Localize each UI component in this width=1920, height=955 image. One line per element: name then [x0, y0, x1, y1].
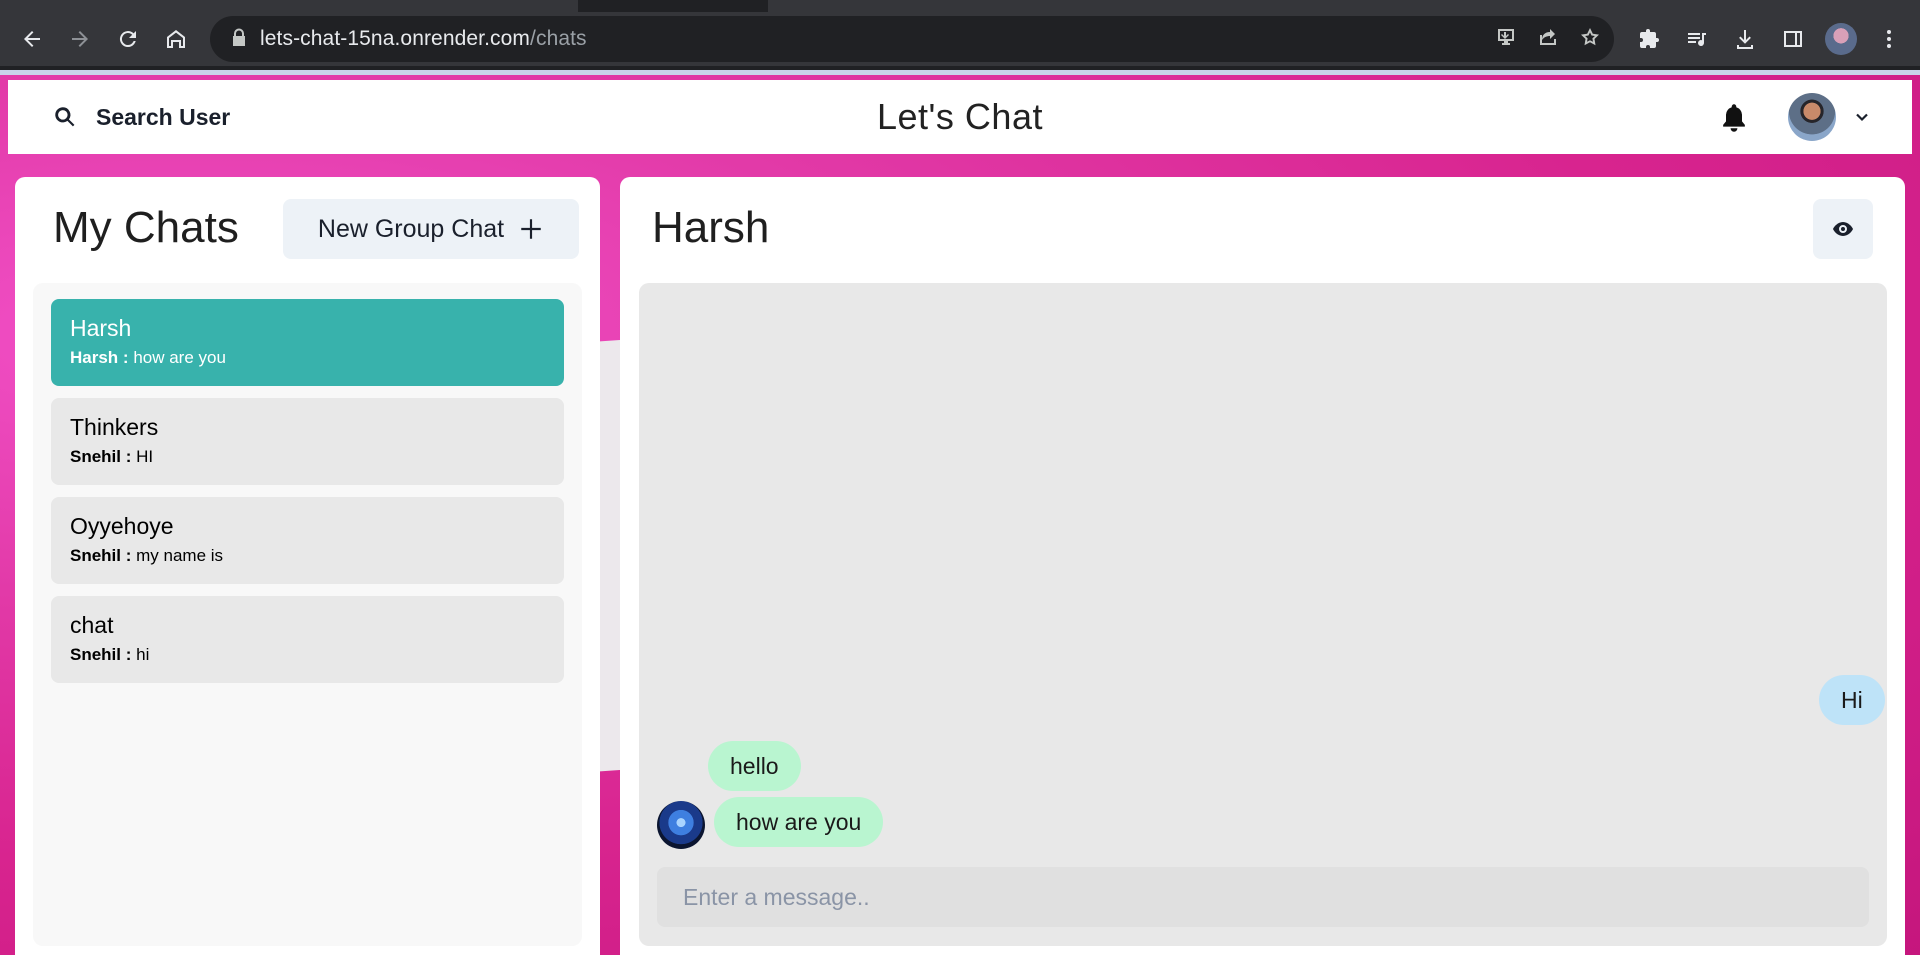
user-avatar — [1788, 93, 1836, 141]
message-bubble-incoming: hello — [708, 741, 801, 791]
address-bar[interactable]: lets-chat-15na.onrender.com/chats — [210, 16, 1614, 62]
view-profile-button[interactable] — [1813, 199, 1873, 259]
message-bubble-outgoing: Hi — [1819, 675, 1885, 725]
menu-icon — [1887, 30, 1891, 48]
forward-icon — [72, 31, 88, 47]
url-text: lets-chat-15na.onrender.com/chats — [260, 27, 587, 50]
home-icon — [167, 30, 185, 48]
conversation-panel: Harsh Hi hello how are you — [620, 177, 1905, 955]
my-chats-panel: My Chats New Group Chat Harsh Harsh : ho… — [15, 177, 600, 955]
chevron-down-icon — [1856, 113, 1868, 122]
new-group-chat-button[interactable]: New Group Chat — [283, 199, 579, 259]
chat-item-oyyehoye[interactable]: Oyyehoye Snehil : my name is — [51, 497, 564, 584]
profile-menu-button[interactable] — [1788, 92, 1870, 142]
chat-item-chat[interactable]: chat Snehil : hi — [51, 596, 564, 683]
share-icon[interactable] — [1536, 25, 1560, 54]
profile-button[interactable] — [1817, 15, 1865, 63]
message-bubble-incoming: how are you — [714, 797, 884, 847]
back-icon — [24, 31, 40, 47]
downloads-icon — [1737, 30, 1753, 49]
lock-icon[interactable] — [232, 28, 246, 51]
new-group-chat-label: New Group Chat — [317, 214, 505, 243]
chat-name: Oyyehoye — [70, 513, 174, 539]
sidepanel-button[interactable] — [1769, 15, 1817, 63]
my-chats-title: My Chats — [53, 203, 239, 252]
page-top-border — [0, 70, 1920, 75]
chat-item-harsh[interactable]: Harsh Harsh : how are you — [51, 299, 564, 386]
media-button[interactable] — [1673, 15, 1721, 63]
sender-avatar[interactable] — [657, 801, 705, 849]
chat-name: Harsh — [70, 315, 132, 341]
message-input[interactable] — [657, 867, 1869, 927]
extensions-button[interactable] — [1625, 15, 1673, 63]
browser-menu-button[interactable] — [1865, 15, 1913, 63]
conversation-title: Harsh — [652, 203, 770, 252]
browser-tabstrip — [0, 0, 1920, 12]
chat-item-thinkers[interactable]: Thinkers Snehil : HI — [51, 398, 564, 485]
chat-last-message: Snehil : my name is — [70, 546, 224, 565]
chat-name: chat — [70, 612, 114, 638]
back-button[interactable] — [8, 15, 56, 63]
eye-icon — [1833, 222, 1853, 236]
chat-last-message: Snehil : HI — [70, 447, 154, 466]
forward-button[interactable] — [56, 15, 104, 63]
browser-tab[interactable] — [768, 0, 1920, 12]
message-area[interactable]: Hi hello how are you — [639, 283, 1887, 946]
media-icon — [1688, 33, 1706, 47]
browser-tab[interactable] — [0, 0, 578, 12]
sidepanel-icon — [1784, 31, 1802, 47]
profile-icon — [1825, 23, 1857, 55]
chat-name: Thinkers — [70, 414, 159, 440]
app-brand: Let's Chat — [877, 96, 1043, 137]
downloads-button[interactable] — [1721, 15, 1769, 63]
install-icon[interactable] — [1494, 25, 1518, 54]
chat-last-message: Harsh : how are you — [70, 348, 226, 367]
browser-toolbar: lets-chat-15na.onrender.com/chats — [0, 12, 1920, 66]
notification-button[interactable] — [1720, 102, 1748, 139]
chat-last-message: Snehil : hi — [70, 645, 150, 664]
star-icon[interactable] — [1578, 25, 1602, 54]
plus-icon — [521, 219, 541, 239]
chat-list: Harsh Harsh : how are you Thinkers Snehi… — [33, 283, 582, 946]
reload-button[interactable] — [104, 15, 152, 63]
app-header: Search User Let's Chat — [8, 80, 1912, 154]
extensions-icon — [1640, 29, 1659, 48]
reload-icon — [119, 31, 136, 48]
bell-icon — [1723, 104, 1745, 132]
home-button[interactable] — [152, 15, 200, 63]
page-background: Search User Let's Chat My Chats New Grou… — [0, 70, 1920, 955]
